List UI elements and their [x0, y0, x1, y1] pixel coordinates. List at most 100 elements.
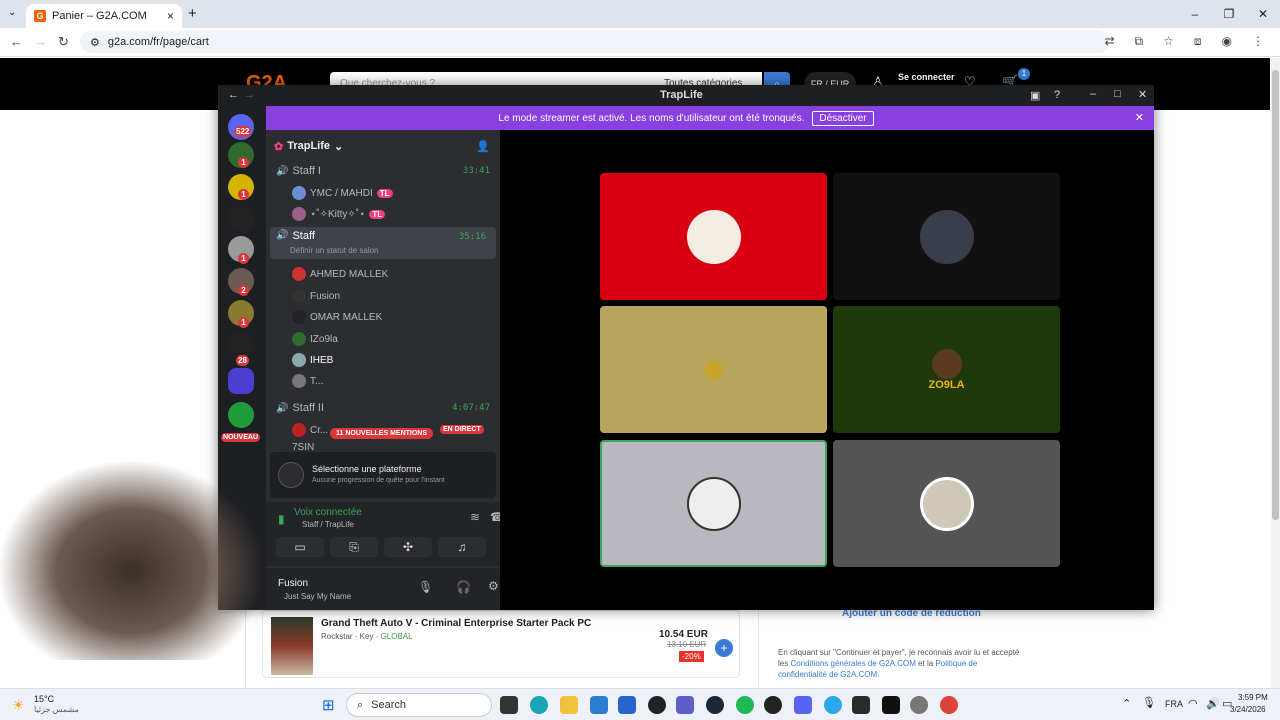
- soundboard-button[interactable]: ♫: [438, 537, 486, 557]
- voice-channel-staff-1[interactable]: 🔊 Staff I 33:41: [266, 161, 500, 181]
- channel-status[interactable]: Définir un statut de salon: [290, 246, 379, 255]
- store-icon[interactable]: [618, 696, 636, 714]
- close-tab-icon[interactable]: ×: [167, 9, 174, 23]
- clock-date[interactable]: 3/24/2026: [1230, 705, 1266, 714]
- start-icon[interactable]: ⊞: [322, 696, 335, 714]
- site-info-icon[interactable]: ⚙: [90, 36, 100, 49]
- invite-icon[interactable]: 👤: [476, 140, 490, 153]
- camera-off-button[interactable]: ▭: [276, 537, 324, 557]
- login-link[interactable]: Se connecter: [898, 72, 955, 82]
- server-header[interactable]: ✿ TrapLife ⌄ 👤: [266, 136, 500, 156]
- close-window-icon[interactable]: ✕: [1246, 0, 1280, 28]
- discord-back-icon[interactable]: ←: [228, 89, 239, 101]
- discord-forward-icon[interactable]: →: [244, 89, 255, 101]
- quest-card[interactable]: Sélectionne une plateforme Aucune progre…: [270, 452, 496, 498]
- settings-gear-icon[interactable]: ⚙: [488, 579, 499, 593]
- tray-chevron-icon[interactable]: ⌃: [1122, 697, 1131, 710]
- voice-member[interactable]: Fusion: [266, 286, 500, 306]
- speaker-icon: 🔊: [276, 230, 289, 241]
- menu-icon[interactable]: ⋮: [1252, 34, 1264, 49]
- voice-member[interactable]: IHEB: [266, 350, 500, 370]
- product-thumbnail[interactable]: [271, 617, 313, 675]
- install-icon[interactable]: ⧉: [1135, 34, 1144, 49]
- extensions-icon[interactable]: ⧈: [1194, 34, 1202, 49]
- forward-icon[interactable]: →: [34, 34, 47, 49]
- server-icon[interactable]: [228, 402, 254, 428]
- app-icon[interactable]: [648, 696, 666, 714]
- epic-icon[interactable]: [764, 696, 782, 714]
- taskbar-search[interactable]: ⌕ Search: [346, 693, 492, 717]
- restore-icon[interactable]: ❐: [1212, 0, 1246, 28]
- teams-icon[interactable]: [676, 696, 694, 714]
- tab-list-icon[interactable]: ⌄: [8, 7, 16, 18]
- inbox-icon[interactable]: ▣: [1030, 89, 1040, 102]
- voice-member[interactable]: IZo9la: [266, 329, 500, 349]
- voice-channel-staff-2[interactable]: 🔊 Staff II 4:07:47: [266, 398, 500, 418]
- clock-time[interactable]: 3:59 PM: [1238, 693, 1268, 702]
- participant-tile[interactable]: [833, 440, 1060, 567]
- telegram-icon[interactable]: [824, 696, 842, 714]
- banner-close-icon[interactable]: ✕: [1135, 111, 1144, 124]
- tab-title: Panier – G2A.COM: [52, 10, 147, 22]
- terms-link[interactable]: Conditions générales de G2A.COM: [790, 659, 915, 668]
- input-language[interactable]: FRA: [1165, 699, 1183, 709]
- voice-member[interactable]: ⋆˚✧Kitty✧˚⋆ TL: [266, 204, 500, 224]
- app-icon[interactable]: [882, 696, 900, 714]
- voice-member[interactable]: T...: [266, 371, 500, 391]
- wifi-icon[interactable]: ◠: [1188, 697, 1198, 710]
- outlook-icon[interactable]: [590, 696, 608, 714]
- noise-suppression-icon[interactable]: ≋: [470, 510, 480, 524]
- steam-icon[interactable]: [706, 696, 724, 714]
- profile-icon[interactable]: ◉: [1222, 34, 1232, 49]
- voice-channel-staff[interactable]: 🔊 Staff 35:16 Définir un statut de salon: [270, 227, 496, 259]
- tl-tag: TL: [376, 188, 393, 198]
- reload-icon[interactable]: ↻: [58, 34, 69, 50]
- server-badge: 28: [236, 355, 249, 366]
- screen-share-button[interactable]: ⎘: [330, 537, 378, 557]
- activities-button[interactable]: ✣: [384, 537, 432, 557]
- weather-icon[interactable]: ☀: [12, 697, 25, 714]
- voice-member[interactable]: AHMED MALLEK: [266, 264, 500, 284]
- translate-icon[interactable]: ⇄: [1104, 34, 1114, 49]
- back-icon[interactable]: ←: [10, 34, 23, 49]
- address-bar[interactable]: ⚙ g2a.com/fr/page/cart: [80, 31, 1110, 53]
- server-badge: 1: [238, 157, 249, 168]
- volume-icon[interactable]: 🔊: [1206, 697, 1220, 710]
- settings-icon[interactable]: [910, 696, 928, 714]
- voice-connected-panel: ▮ Voix connectée Staff / TrapLife ≋ ☎ ▭ …: [266, 502, 505, 566]
- discord-minimize-icon[interactable]: –: [1090, 88, 1096, 100]
- scrollbar-thumb[interactable]: [1272, 70, 1279, 520]
- voice-channel-link[interactable]: Staff / TrapLife: [302, 520, 354, 529]
- voice-member[interactable]: OMAR MALLEK: [266, 307, 500, 327]
- add-quantity-button[interactable]: +: [715, 639, 733, 657]
- participant-tile[interactable]: [600, 173, 827, 300]
- discord-close-icon[interactable]: ✕: [1138, 88, 1147, 101]
- chrome-icon[interactable]: [940, 696, 958, 714]
- headphones-icon[interactable]: 🎧: [456, 580, 471, 594]
- browser-tab[interactable]: G Panier – G2A.COM ×: [26, 4, 182, 28]
- disable-streamer-button[interactable]: Désactiver: [812, 110, 874, 126]
- minimize-icon[interactable]: –: [1178, 0, 1212, 28]
- server-icon[interactable]: [228, 206, 254, 232]
- task-view-icon[interactable]: [500, 696, 518, 714]
- bookmark-star-icon[interactable]: ☆: [1163, 34, 1174, 49]
- discord-icon[interactable]: [794, 696, 812, 714]
- discord-maximize-icon[interactable]: □: [1114, 88, 1121, 100]
- help-icon[interactable]: ?: [1054, 89, 1060, 101]
- voice-member[interactable]: YMC / MAHDI TL: [266, 183, 500, 203]
- participant-tile-speaking[interactable]: [600, 440, 827, 567]
- app-icon[interactable]: [852, 696, 870, 714]
- spotify-icon[interactable]: [736, 696, 754, 714]
- file-explorer-icon[interactable]: [560, 696, 578, 714]
- new-tab-icon[interactable]: +: [188, 5, 197, 22]
- participant-tile[interactable]: ZO9LA: [833, 306, 1060, 433]
- mic-tray-icon[interactable]: 🎙: [1142, 696, 1156, 709]
- participant-tile[interactable]: [833, 173, 1060, 300]
- server-badge: 1: [238, 189, 249, 200]
- microphone-icon[interactable]: 🎙: [418, 580, 433, 594]
- user-name[interactable]: Fusion: [278, 578, 308, 589]
- edge-icon[interactable]: [530, 696, 548, 714]
- server-icon[interactable]: [228, 368, 254, 394]
- product-title[interactable]: Grand Theft Auto V - Criminal Enterprise…: [321, 618, 591, 629]
- participant-tile[interactable]: [600, 306, 827, 433]
